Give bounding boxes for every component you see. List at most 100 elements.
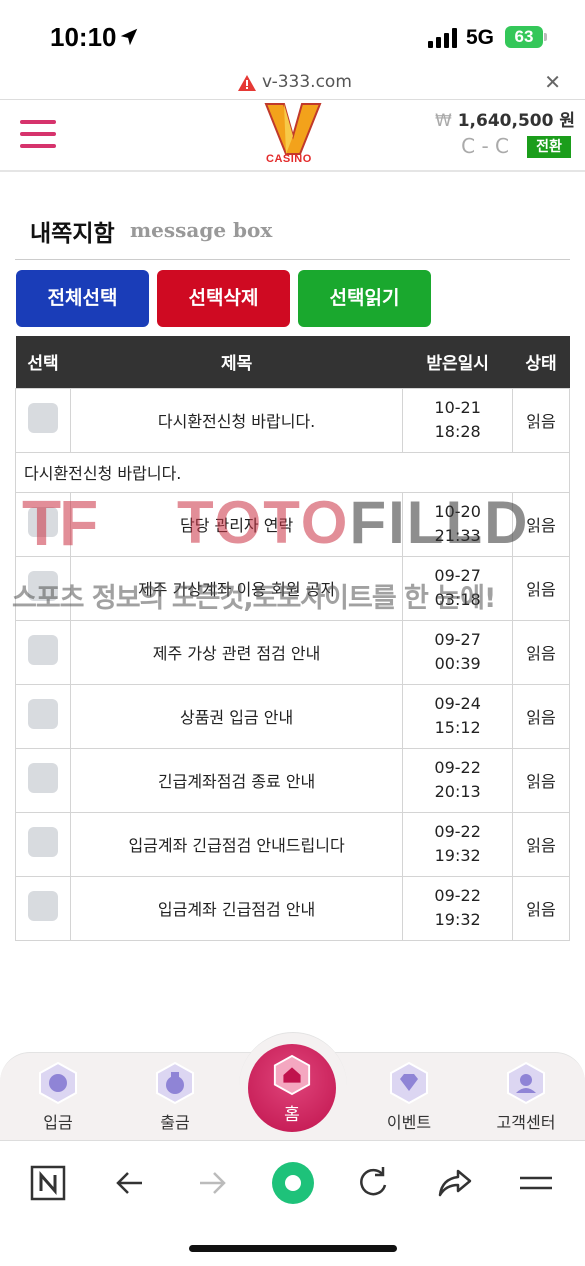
nav-event-label: 이벤트: [386, 1113, 432, 1132]
row-select-cell: [15, 387, 71, 453]
row-date-day: 09-22: [434, 822, 481, 841]
delete-selected-button[interactable]: 선택삭제: [157, 270, 290, 327]
row-date-time: 18:28: [434, 422, 481, 441]
back-arrow-icon[interactable]: [110, 1163, 150, 1203]
balance: ₩ 1,640,500 원: [435, 106, 575, 131]
row-checkbox[interactable]: [27, 763, 58, 793]
battery-icon: 63: [505, 26, 543, 48]
row-select-cell: [15, 683, 71, 749]
message-table: 선택 제목 받은일시 상태 다시환전신청 바랍니다. 10-21 18:28 읽음…: [15, 336, 570, 941]
read-selected-button[interactable]: 선택읽기: [298, 270, 431, 327]
row-date: 09-22 19:32: [402, 875, 514, 941]
naver-n-icon[interactable]: [28, 1163, 68, 1203]
row-subject[interactable]: 제주 가상 관련 점검 안내: [69, 619, 404, 685]
row-date-day: 09-22: [434, 758, 481, 777]
balance-amount: 1,640,500 원: [457, 111, 575, 131]
signal-icon: [428, 28, 457, 48]
table-row[interactable]: 담당 관리자 연락 10-20 21:33 읽음: [15, 491, 570, 557]
nav-event[interactable]: 이벤트: [364, 1061, 454, 1133]
nav-home-label: 홈: [284, 1105, 300, 1125]
url-bar[interactable]: v-333.com ✕: [0, 66, 585, 100]
row-select-cell: [15, 555, 71, 621]
row-date-day: 10-21: [434, 398, 481, 417]
row-date: 10-21 18:28: [402, 387, 514, 453]
header-subject: 제목: [70, 336, 403, 388]
row-checkbox[interactable]: [27, 507, 58, 537]
row-subject[interactable]: 상품권 입금 안내: [69, 683, 404, 749]
diamond-icon: [390, 1061, 428, 1105]
row-date-time: 03:18: [434, 590, 481, 609]
expanded-message: 다시환전신청 바랍니다.: [15, 451, 570, 493]
green-dot-icon[interactable]: [270, 1160, 316, 1206]
row-date-day: 09-24: [434, 694, 481, 713]
row-select-cell: [15, 747, 71, 813]
table-row[interactable]: 긴급계좌점검 종료 안내 09-22 20:13 읽음: [15, 747, 570, 813]
status-bar: 10:10 5G 63: [0, 0, 585, 70]
page-subtitle: message box: [130, 218, 273, 242]
table-row[interactable]: 다시환전신청 바랍니다. 10-21 18:28 읽음: [15, 387, 570, 453]
row-date: 10-20 21:33: [402, 491, 514, 557]
row-date-time: 19:32: [434, 910, 481, 929]
row-date-day: 09-27: [434, 566, 481, 585]
nav-home-button[interactable]: 홈: [248, 1044, 336, 1132]
table-row[interactable]: 제주 가상계좌 이용 회원 공지 09-27 03:18 읽음: [15, 555, 570, 621]
row-date-day: 10-20: [434, 502, 481, 521]
row-select-cell: [15, 875, 71, 941]
close-icon[interactable]: ✕: [544, 70, 561, 94]
nav-support-label: 고객센터: [496, 1113, 556, 1132]
row-checkbox[interactable]: [27, 571, 58, 601]
network-label: 5G: [466, 26, 495, 49]
home-indicator[interactable]: [189, 1245, 397, 1252]
nav-withdraw-label: 출금: [160, 1113, 190, 1132]
row-date: 09-22 19:32: [402, 811, 514, 877]
row-date-time: 20:13: [434, 782, 481, 801]
row-checkbox[interactable]: [27, 403, 58, 433]
menu-lines-icon[interactable]: [516, 1163, 556, 1203]
piggy-bank-icon: [39, 1061, 77, 1105]
home-icon: [273, 1054, 311, 1096]
row-status: 읽음: [512, 875, 570, 941]
row-subject[interactable]: 다시환전신청 바랍니다.: [69, 387, 404, 453]
status-time: 10:10: [50, 22, 117, 52]
row-date-day: 09-27: [434, 630, 481, 649]
row-select-cell: [15, 619, 71, 685]
switch-button[interactable]: 전환: [527, 136, 571, 158]
nav-deposit[interactable]: 입금: [13, 1061, 103, 1133]
row-date-time: 21:33: [434, 526, 481, 545]
row-status: 읽음: [512, 491, 570, 557]
header-received: 받은일시: [402, 336, 513, 388]
row-status: 읽음: [512, 811, 570, 877]
row-subject[interactable]: 입금계좌 긴급점검 안내: [69, 875, 404, 941]
row-checkbox[interactable]: [27, 699, 58, 729]
row-date: 09-27 03:18: [402, 555, 514, 621]
row-checkbox[interactable]: [27, 827, 58, 857]
url-text[interactable]: v-333.com: [262, 72, 352, 92]
row-status: 읽음: [512, 555, 570, 621]
table-row[interactable]: 제주 가상 관련 점검 안내 09-27 00:39 읽음: [15, 619, 570, 685]
share-icon[interactable]: [434, 1163, 474, 1203]
refresh-icon[interactable]: C - C: [461, 134, 509, 158]
row-date-day: 09-22: [434, 886, 481, 905]
reload-icon[interactable]: [353, 1163, 393, 1203]
site-header: CASINO ₩ 1,640,500 원 C - C 전환: [0, 100, 585, 172]
select-all-button[interactable]: 전체선택: [16, 270, 149, 327]
row-subject[interactable]: 입금계좌 긴급점검 안내드립니다: [69, 811, 404, 877]
table-row[interactable]: 입금계좌 긴급점검 안내드립니다 09-22 19:32 읽음: [15, 811, 570, 877]
table-row[interactable]: 입금계좌 긴급점검 안내 09-22 19:32 읽음: [15, 875, 570, 941]
row-status: 읽음: [512, 747, 570, 813]
table-header-row: 선택 제목 받은일시 상태: [15, 336, 570, 388]
row-checkbox[interactable]: [27, 635, 58, 665]
nav-support[interactable]: 고객센터: [481, 1061, 571, 1133]
row-subject[interactable]: 제주 가상계좌 이용 회원 공지: [69, 555, 404, 621]
row-subject[interactable]: 긴급계좌점검 종료 안내: [69, 747, 404, 813]
table-row[interactable]: 상품권 입금 안내 09-24 15:12 읽음: [15, 683, 570, 749]
location-arrow-icon: [120, 28, 138, 46]
page-title: 내쪽지함: [30, 221, 115, 247]
forward-arrow-icon[interactable]: [192, 1163, 232, 1203]
row-subject[interactable]: 담당 관리자 연락: [69, 491, 404, 557]
row-checkbox[interactable]: [27, 891, 58, 921]
row-date: 09-27 00:39: [402, 619, 514, 685]
nav-withdraw[interactable]: 출금: [130, 1061, 220, 1133]
hamburger-menu-icon[interactable]: [20, 120, 56, 150]
warning-icon: [238, 75, 256, 91]
